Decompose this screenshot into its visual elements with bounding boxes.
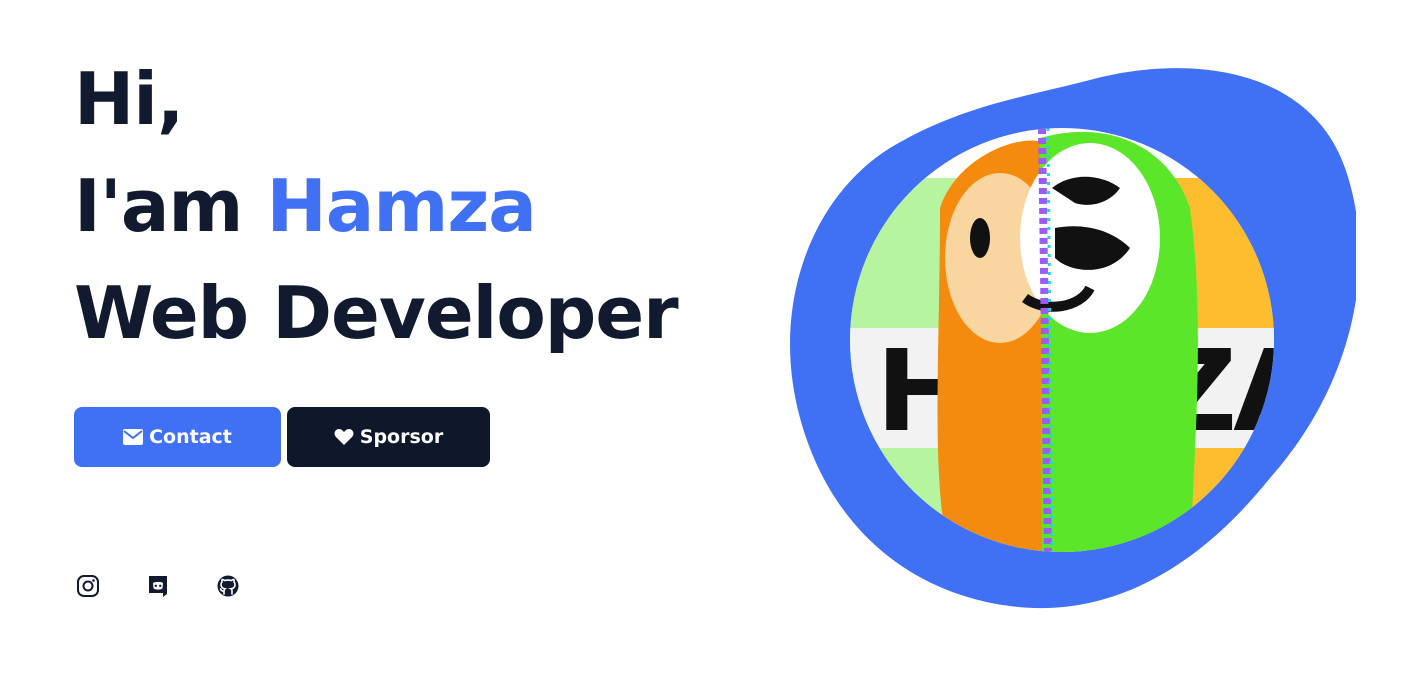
discord-icon[interactable] xyxy=(146,574,170,598)
intro-prefix: I'am xyxy=(74,164,243,248)
social-links xyxy=(76,574,240,598)
sponsor-button[interactable]: Sporsor xyxy=(287,407,490,467)
greeting-line: Hi, xyxy=(74,46,678,153)
avatar-illustration: HAMZA xyxy=(790,68,1356,609)
name-highlight: Hamza xyxy=(266,164,537,248)
intro-line: I'am Hamza xyxy=(74,153,678,260)
avatar: HAMZA xyxy=(790,58,1356,610)
envelope-icon xyxy=(123,429,144,445)
hero-heading: Hi, I'am Hamza Web Developer xyxy=(74,46,679,367)
role-line: Web Developer xyxy=(74,260,679,367)
role-text: Web Developer xyxy=(74,271,679,355)
contact-label: Contact xyxy=(149,426,232,448)
cta-buttons: Contact Sporsor xyxy=(74,407,490,467)
instagram-icon[interactable] xyxy=(76,574,100,598)
github-icon[interactable] xyxy=(216,574,240,598)
contact-button[interactable]: Contact xyxy=(74,407,281,467)
sponsor-label: Sporsor xyxy=(359,426,444,448)
greeting-text: Hi, xyxy=(74,57,184,141)
heart-icon xyxy=(334,429,354,445)
